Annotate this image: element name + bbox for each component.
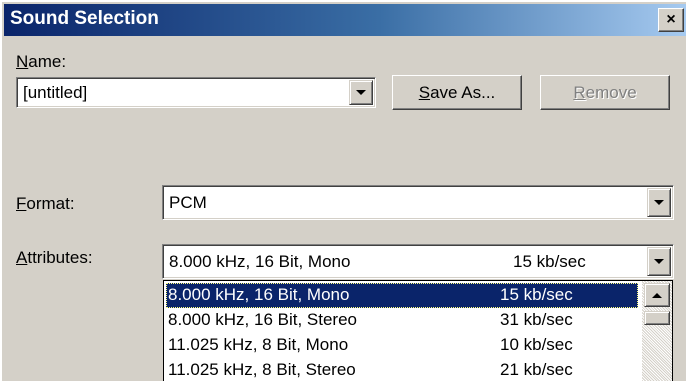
name-dropdown-button[interactable] — [349, 80, 373, 105]
name-label: Name: — [16, 52, 67, 71]
list-scrollbar[interactable] — [642, 281, 672, 381]
dialog-title: Sound Selection — [10, 8, 159, 29]
list-item[interactable]: 8.000 kHz, 16 Bit, Mono 15 kb/sec — [166, 283, 638, 308]
list-item[interactable]: 8.000 kHz, 16 Bit, Stereo 31 kb/sec — [166, 308, 638, 333]
attributes-value: 8.000 kHz, 16 Bit, Mono — [169, 251, 351, 271]
chevron-down-icon — [356, 90, 366, 95]
scroll-thumb[interactable] — [644, 311, 670, 325]
name-value: [untitled] — [23, 82, 88, 102]
close-icon: × — [666, 11, 676, 28]
title-bar[interactable]: Sound Selection × — [4, 4, 686, 36]
save-as-label: Save As... — [418, 82, 496, 102]
name-combobox[interactable]: [untitled] — [16, 77, 376, 108]
save-as-button[interactable]: Save As... — [392, 75, 522, 110]
remove-label: Remove — [573, 82, 637, 102]
chevron-down-icon — [654, 259, 664, 264]
remove-button[interactable]: Remove — [540, 75, 670, 110]
format-label: Format: — [16, 194, 75, 213]
chevron-up-icon — [652, 292, 662, 298]
list-item[interactable]: 11.025 kHz, 8 Bit, Mono 10 kb/sec — [166, 333, 638, 358]
chevron-down-icon — [654, 200, 664, 205]
list-item[interactable]: 11.025 kHz, 8 Bit, Stereo 21 kb/sec — [166, 358, 638, 381]
close-button[interactable]: × — [658, 8, 684, 32]
attributes-rate: 15 kb/sec — [513, 251, 586, 271]
attributes-label: Attributes: — [16, 248, 93, 267]
format-value: PCM — [169, 192, 207, 212]
attributes-dropdown-button[interactable] — [647, 247, 671, 276]
scroll-up-button[interactable] — [644, 283, 670, 307]
format-dropdown-button[interactable] — [647, 188, 671, 217]
format-combobox[interactable]: PCM — [162, 185, 674, 220]
attributes-dropdown-list[interactable]: 8.000 kHz, 16 Bit, Mono 15 kb/sec 8.000 … — [163, 280, 673, 381]
attributes-combobox[interactable]: 8.000 kHz, 16 Bit, Mono 15 kb/sec — [162, 244, 674, 279]
